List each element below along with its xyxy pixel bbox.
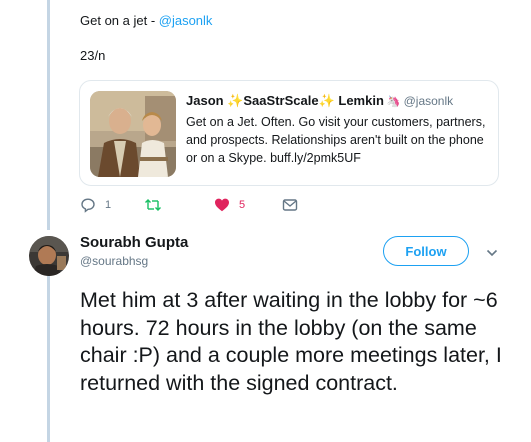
tweet-text-body: Get on a jet - xyxy=(80,13,159,28)
quoted-name-first: Jason xyxy=(186,93,224,108)
avatar[interactable] xyxy=(29,236,69,276)
quoted-tweet-image xyxy=(90,91,176,177)
reply-button[interactable]: 1 xyxy=(80,197,111,213)
follow-button[interactable]: Follow xyxy=(383,236,469,266)
thread-line xyxy=(47,0,50,230)
user-display-name[interactable]: Sourabh Gupta xyxy=(80,234,188,251)
like-count: 5 xyxy=(239,199,246,211)
quoted-name-mid: SaaStrScale xyxy=(243,93,319,108)
retweet-button[interactable] xyxy=(144,197,171,213)
tweet-actions: 1 5 xyxy=(80,197,310,217)
heart-icon xyxy=(215,198,229,212)
quoted-tweet-header: Jason ✨SaaStrScale✨ Lemkin 🦄 @jasonlk xyxy=(186,93,453,109)
mention-link[interactable]: @jasonlk xyxy=(159,13,213,28)
unicorn-icon: 🦄 xyxy=(386,96,401,108)
user-handle[interactable]: @sourabhsg xyxy=(80,254,148,268)
quoted-author-name[interactable]: Jason ✨SaaStrScale✨ Lemkin xyxy=(186,93,384,108)
quoted-author-handle[interactable]: @jasonlk xyxy=(404,94,454,108)
reply-tweet-text: Met him at 3 after waiting in the lobby … xyxy=(80,288,502,395)
thread-counter: 23/n xyxy=(80,48,106,63)
sparkles-icon: ✨ xyxy=(227,93,244,108)
retweet-icon xyxy=(145,199,161,211)
thread-line-lower xyxy=(47,276,50,442)
chevron-down-icon xyxy=(486,249,498,257)
quoted-name-last: Lemkin xyxy=(338,93,384,108)
reply-icon xyxy=(81,198,95,213)
envelope-icon xyxy=(282,199,298,211)
sparkles-icon: ✨ xyxy=(318,93,335,108)
more-options-button[interactable] xyxy=(486,245,498,263)
direct-message-button[interactable] xyxy=(282,197,298,213)
like-button[interactable]: 5 xyxy=(214,197,245,213)
tweet-text: Get on a jet - @jasonlk xyxy=(80,13,212,28)
reply-count: 1 xyxy=(105,199,112,211)
quoted-tweet-text: Get on a Jet. Often. Go visit your custo… xyxy=(186,115,486,165)
quoted-tweet-card[interactable]: Jason ✨SaaStrScale✨ Lemkin 🦄 @jasonlk Get … xyxy=(79,80,499,186)
